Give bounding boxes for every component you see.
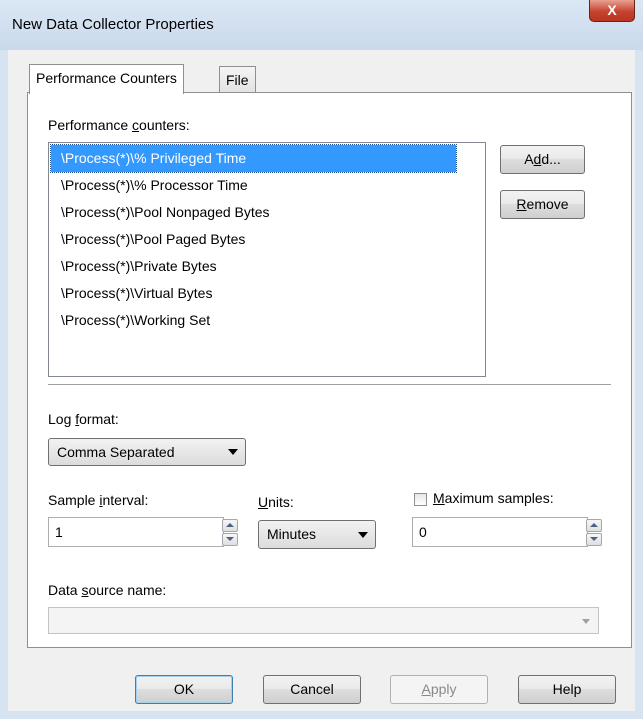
ok-button[interactable]: OK — [135, 675, 233, 704]
tab-file[interactable]: File — [219, 66, 256, 92]
close-icon: X — [607, 2, 617, 18]
data-source-name-label: Data source name: — [48, 582, 167, 598]
list-item[interactable]: \Process(*)\% Processor Time — [51, 172, 483, 199]
list-item[interactable]: \Process(*)\Private Bytes — [51, 253, 483, 280]
help-button[interactable]: Help — [518, 675, 616, 704]
spin-up-icon[interactable] — [222, 519, 238, 532]
tab-label: File — [226, 72, 249, 88]
window-title: New Data Collector Properties — [12, 16, 214, 33]
list-item[interactable]: \Process(*)\Virtual Bytes — [51, 280, 483, 307]
sample-interval-label: Sample interval: — [48, 492, 149, 508]
units-label: Units: — [258, 494, 294, 510]
apply-button[interactable]: Apply — [390, 675, 488, 704]
units-dropdown[interactable]: Minutes — [258, 520, 376, 549]
maximum-samples-input[interactable]: 0 — [412, 517, 588, 547]
data-source-name-combo[interactable] — [48, 607, 599, 634]
spin-up-icon[interactable] — [586, 519, 602, 532]
log-format-dropdown[interactable]: Comma Separated — [48, 438, 246, 466]
counters-listbox[interactable]: \Process(*)\% Privileged Time \Process(*… — [48, 142, 486, 377]
chevron-down-icon — [582, 619, 590, 624]
remove-button[interactable]: Remove — [500, 190, 585, 219]
chevron-down-icon — [358, 531, 368, 538]
maximum-samples-label[interactable]: Maximum samples: — [433, 490, 554, 506]
sample-interval-spinner — [222, 519, 238, 546]
add-button[interactable]: Add... — [500, 145, 585, 174]
list-item[interactable]: \Process(*)\Pool Paged Bytes — [51, 226, 483, 253]
separator — [48, 384, 611, 386]
tab-label: Performance Counters — [36, 70, 177, 86]
chevron-down-icon — [228, 449, 238, 455]
list-item[interactable]: \Process(*)\Pool Nonpaged Bytes — [51, 199, 483, 226]
list-item[interactable]: \Process(*)\Working Set — [51, 307, 483, 334]
maximum-samples-checkbox[interactable] — [414, 493, 427, 506]
sample-interval-value: 1 — [55, 524, 63, 540]
performance-counters-label: Performance counters: — [48, 117, 190, 133]
dialog-body: Performance Counters File Performance co… — [8, 50, 635, 711]
maximum-samples-spinner — [586, 519, 602, 546]
title-bar: New Data Collector Properties X — [0, 0, 643, 50]
cancel-button[interactable]: Cancel — [263, 675, 361, 704]
spin-down-icon[interactable] — [586, 533, 602, 546]
maximum-samples-value: 0 — [419, 524, 427, 540]
log-format-value: Comma Separated — [57, 444, 175, 460]
tab-performance-counters[interactable]: Performance Counters — [29, 64, 184, 94]
spin-down-icon[interactable] — [222, 533, 238, 546]
sample-interval-input[interactable]: 1 — [48, 517, 224, 547]
close-button[interactable]: X — [589, 0, 635, 22]
log-format-label: Log format: — [48, 411, 119, 427]
units-value: Minutes — [267, 526, 317, 542]
list-item[interactable]: \Process(*)\% Privileged Time — [50, 144, 457, 173]
